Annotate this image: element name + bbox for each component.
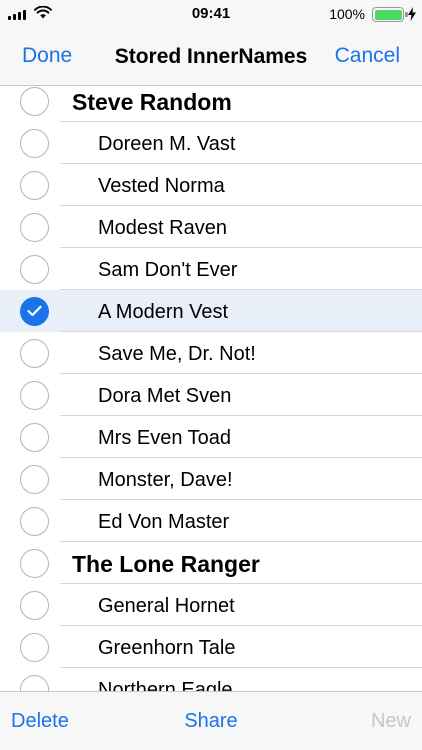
row-label: Dora Met Sven — [98, 385, 232, 407]
battery-icon — [372, 7, 408, 22]
list-item[interactable]: General Hornet — [0, 584, 422, 626]
bottom-toolbar: Delete Share New — [0, 691, 422, 750]
radio-circle-icon[interactable] — [20, 87, 49, 116]
group-row[interactable]: Steve Random — [0, 86, 422, 122]
list-item[interactable]: Mrs Even Toad — [0, 416, 422, 458]
status-bar: 09:41 100% — [0, 0, 422, 30]
page-title: Stored InnerNames — [114, 45, 308, 68]
radio-circle-icon[interactable] — [20, 255, 49, 284]
row-label: Ed Von Master — [98, 511, 230, 533]
row-label: General Hornet — [98, 595, 235, 617]
list-item[interactable]: Greenhorn Tale — [0, 626, 422, 668]
new-button[interactable]: New — [371, 710, 411, 733]
radio-circle-icon[interactable] — [20, 465, 49, 494]
radio-circle-icon[interactable] — [20, 549, 49, 578]
group-row[interactable]: The Lone Ranger — [0, 542, 422, 584]
radio-circle-icon[interactable] — [20, 675, 49, 691]
list-item[interactable]: Modest Raven — [0, 206, 422, 248]
radio-circle-icon[interactable] — [20, 129, 49, 158]
radio-circle-icon[interactable] — [20, 171, 49, 200]
battery-percent: 100% — [329, 6, 365, 22]
list-item[interactable]: A Modern Vest — [0, 290, 422, 332]
row-label: Vested Norma — [98, 175, 225, 197]
share-button[interactable]: Share — [184, 710, 237, 732]
row-label: Sam Don't Ever — [98, 259, 238, 281]
names-list[interactable]: Steve Random Doreen M. Vast Vested Norma Mo… — [0, 86, 422, 691]
row-label: Mrs Even Toad — [98, 427, 232, 449]
list-item[interactable]: Monster, Dave! — [0, 458, 422, 500]
row-label: Northern Eagle — [98, 679, 233, 691]
list-item[interactable]: Vested Norma — [0, 164, 422, 206]
done-button[interactable]: Done — [22, 44, 72, 68]
list-item[interactable]: Ed Von Master — [0, 500, 422, 542]
delete-button[interactable]: Delete — [11, 710, 69, 733]
radio-circle-icon[interactable] — [20, 423, 49, 452]
list-item[interactable]: Dora Met Sven — [0, 374, 422, 416]
radio-circle-icon[interactable] — [20, 633, 49, 662]
row-label: Doreen M. Vast — [98, 133, 236, 155]
row-label: Monster, Dave! — [98, 469, 233, 491]
row-label: The Lone Ranger — [72, 551, 260, 577]
list-item[interactable]: Save Me, Dr. Not! — [0, 332, 422, 374]
row-label: Steve Random — [72, 89, 232, 115]
list-item[interactable]: Doreen M. Vast — [0, 122, 422, 164]
cancel-button[interactable]: Cancel — [335, 44, 400, 68]
list-item[interactable]: Sam Don't Ever — [0, 248, 422, 290]
radio-circle-icon[interactable] — [20, 339, 49, 368]
charging-bolt-icon — [408, 7, 416, 21]
nav-bar: Done Stored InnerNames Cancel — [0, 30, 422, 86]
radio-circle-icon[interactable] — [20, 507, 49, 536]
row-label: Modest Raven — [98, 217, 227, 239]
battery-fill — [374, 9, 402, 20]
radio-circle-icon[interactable] — [20, 213, 49, 242]
checkmark-icon[interactable] — [20, 297, 49, 326]
radio-circle-icon[interactable] — [20, 591, 49, 620]
row-label: Save Me, Dr. Not! — [98, 343, 256, 365]
row-label: Greenhorn Tale — [98, 637, 236, 659]
row-label: A Modern Vest — [98, 301, 229, 323]
list-item[interactable]: Northern Eagle — [0, 668, 422, 691]
radio-circle-icon[interactable] — [20, 381, 49, 410]
